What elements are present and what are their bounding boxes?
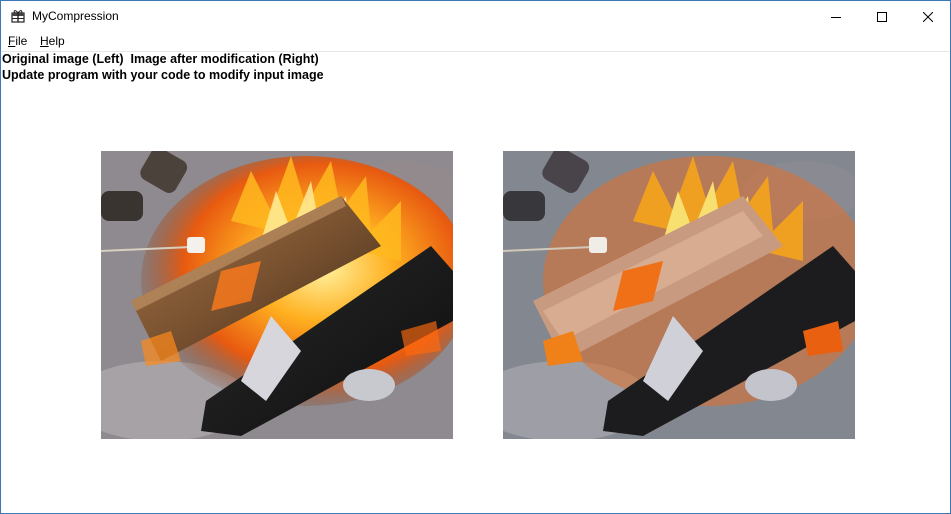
- title-bar[interactable]: MyCompression: [1, 1, 950, 32]
- app-window: MyCompression File Help Original image (…: [0, 0, 951, 514]
- menu-help-mnemonic: H: [40, 34, 49, 48]
- menu-file-label: ile: [15, 34, 28, 48]
- close-icon: [923, 11, 933, 22]
- menu-help-label: elp: [48, 34, 65, 48]
- info-label-images: Original image (Left) Image after modifi…: [2, 52, 319, 66]
- menu-help[interactable]: Help: [40, 34, 65, 48]
- info-label-instructions: Update program with your code to modify …: [2, 68, 324, 82]
- window-title: MyCompression: [32, 9, 119, 23]
- menu-bar: File Help: [1, 32, 950, 52]
- original-image-graphic: [101, 151, 453, 439]
- original-image: [101, 151, 453, 439]
- minimize-button[interactable]: [813, 1, 859, 32]
- close-button[interactable]: [905, 1, 950, 32]
- minimize-icon: [831, 16, 841, 18]
- modified-image-graphic: [503, 151, 855, 439]
- menu-file[interactable]: File: [8, 34, 27, 48]
- gift-icon: [11, 10, 25, 23]
- modified-image: [503, 151, 855, 439]
- maximize-button[interactable]: [859, 1, 905, 32]
- maximize-icon: [877, 11, 887, 22]
